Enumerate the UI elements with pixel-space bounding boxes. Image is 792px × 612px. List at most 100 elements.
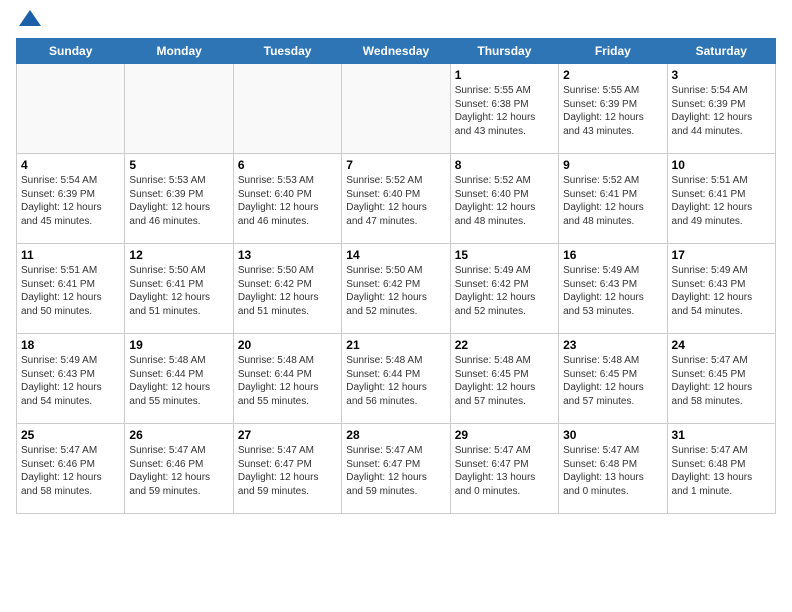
- day-info: Sunrise: 5:48 AM Sunset: 6:44 PM Dayligh…: [129, 354, 228, 408]
- calendar-cell-20: 20Sunrise: 5:48 AM Sunset: 6:44 PM Dayli…: [233, 334, 341, 424]
- calendar-cell-6: 6 Sunrise: 5:53 AM Sunset: 6:40 PM Daylig…: [233, 154, 341, 244]
- day-info: Sunrise: 5:49 AM Sunset: 6:43 PM Dayligh…: [563, 264, 662, 318]
- day-number: 25: [21, 428, 120, 442]
- calendar-week-row-4: 18 Sunrise: 5:49 AM Sunset: 6:43 PM Dayli…: [17, 334, 776, 424]
- calendar-cell-22: 22 Sunrise: 5:48 AM Sunset: 6:45 PM Dayli…: [450, 334, 558, 424]
- weekday-header-friday: Friday: [559, 39, 667, 64]
- day-info: Sunrise: 5:48 AM Sunset: 6:44 PM Dayligh…: [346, 354, 445, 408]
- day-number: 21: [346, 338, 445, 352]
- day-number: 4: [21, 158, 120, 172]
- day-info: Sunrise: 5:52 AM Sunset: 6:41 PM Dayligh…: [563, 174, 662, 228]
- calendar-cell-3: 3Sunrise: 5:54 AM Sunset: 6:39 PM Daylig…: [667, 64, 775, 154]
- calendar-cell-empty-0-2: [233, 64, 341, 154]
- calendar-cell-11: 11 Sunrise: 5:51 AM Sunset: 6:41 PM Dayli…: [17, 244, 125, 334]
- calendar-cell-7: 7Sunrise: 5:52 AM Sunset: 6:40 PM Daylig…: [342, 154, 450, 244]
- day-number: 1: [455, 68, 554, 82]
- day-info: Sunrise: 5:50 AM Sunset: 6:42 PM Dayligh…: [346, 264, 445, 318]
- calendar-cell-26: 26 Sunrise: 5:47 AM Sunset: 6:46 PM Dayli…: [125, 424, 233, 514]
- calendar-cell-1: 1 Sunrise: 5:55 AM Sunset: 6:38 PM Daylig…: [450, 64, 558, 154]
- day-info: Sunrise: 5:55 AM Sunset: 6:38 PM Dayligh…: [455, 84, 554, 138]
- weekday-header-thursday: Thursday: [450, 39, 558, 64]
- day-number: 27: [238, 428, 337, 442]
- day-info: Sunrise: 5:47 AM Sunset: 6:45 PM Dayligh…: [672, 354, 771, 408]
- calendar-cell-24: 24 Sunrise: 5:47 AM Sunset: 6:45 PM Dayli…: [667, 334, 775, 424]
- day-info: Sunrise: 5:47 AM Sunset: 6:48 PM Dayligh…: [563, 444, 662, 498]
- day-number: 31: [672, 428, 771, 442]
- day-info: Sunrise: 5:52 AM Sunset: 6:40 PM Dayligh…: [455, 174, 554, 228]
- calendar-cell-27: 27 Sunrise: 5:47 AM Sunset: 6:47 PM Dayli…: [233, 424, 341, 514]
- calendar-week-row-3: 11 Sunrise: 5:51 AM Sunset: 6:41 PM Dayli…: [17, 244, 776, 334]
- day-info: Sunrise: 5:52 AM Sunset: 6:40 PM Dayligh…: [346, 174, 445, 228]
- day-number: 24: [672, 338, 771, 352]
- weekday-header-monday: Monday: [125, 39, 233, 64]
- day-info: Sunrise: 5:53 AM Sunset: 6:39 PM Dayligh…: [129, 174, 228, 228]
- day-info: Sunrise: 5:49 AM Sunset: 6:43 PM Dayligh…: [21, 354, 120, 408]
- day-info: Sunrise: 5:48 AM Sunset: 6:45 PM Dayligh…: [563, 354, 662, 408]
- calendar-cell-10: 10 Sunrise: 5:51 AM Sunset: 6:41 PM Dayli…: [667, 154, 775, 244]
- day-info: Sunrise: 5:47 AM Sunset: 6:47 PM Dayligh…: [346, 444, 445, 498]
- calendar-cell-29: 29 Sunrise: 5:47 AM Sunset: 6:47 PM Dayli…: [450, 424, 558, 514]
- calendar-cell-12: 12Sunrise: 5:50 AM Sunset: 6:41 PM Dayli…: [125, 244, 233, 334]
- day-number: 13: [238, 248, 337, 262]
- logo: [16, 16, 41, 30]
- calendar-week-row-5: 25 Sunrise: 5:47 AM Sunset: 6:46 PM Dayli…: [17, 424, 776, 514]
- calendar-cell-14: 14 Sunrise: 5:50 AM Sunset: 6:42 PM Dayli…: [342, 244, 450, 334]
- calendar-cell-28: 28Sunrise: 5:47 AM Sunset: 6:47 PM Dayli…: [342, 424, 450, 514]
- day-info: Sunrise: 5:51 AM Sunset: 6:41 PM Dayligh…: [21, 264, 120, 318]
- day-info: Sunrise: 5:53 AM Sunset: 6:40 PM Dayligh…: [238, 174, 337, 228]
- day-info: Sunrise: 5:47 AM Sunset: 6:48 PM Dayligh…: [672, 444, 771, 498]
- calendar-cell-25: 25 Sunrise: 5:47 AM Sunset: 6:46 PM Dayli…: [17, 424, 125, 514]
- calendar-week-row-1: 1 Sunrise: 5:55 AM Sunset: 6:38 PM Daylig…: [17, 64, 776, 154]
- day-number: 10: [672, 158, 771, 172]
- day-info: Sunrise: 5:48 AM Sunset: 6:45 PM Dayligh…: [455, 354, 554, 408]
- day-number: 11: [21, 248, 120, 262]
- page-header: [16, 16, 776, 30]
- calendar-cell-23: 23Sunrise: 5:48 AM Sunset: 6:45 PM Dayli…: [559, 334, 667, 424]
- day-number: 15: [455, 248, 554, 262]
- day-info: Sunrise: 5:47 AM Sunset: 6:46 PM Dayligh…: [129, 444, 228, 498]
- day-info: Sunrise: 5:51 AM Sunset: 6:41 PM Dayligh…: [672, 174, 771, 228]
- weekday-header-saturday: Saturday: [667, 39, 775, 64]
- calendar-cell-21: 21 Sunrise: 5:48 AM Sunset: 6:44 PM Dayli…: [342, 334, 450, 424]
- day-info: Sunrise: 5:49 AM Sunset: 6:43 PM Dayligh…: [672, 264, 771, 318]
- day-number: 14: [346, 248, 445, 262]
- calendar-cell-17: 17 Sunrise: 5:49 AM Sunset: 6:43 PM Dayli…: [667, 244, 775, 334]
- logo-icon: [19, 8, 41, 30]
- calendar-cell-18: 18 Sunrise: 5:49 AM Sunset: 6:43 PM Dayli…: [17, 334, 125, 424]
- day-info: Sunrise: 5:47 AM Sunset: 6:47 PM Dayligh…: [238, 444, 337, 498]
- day-number: 8: [455, 158, 554, 172]
- day-number: 12: [129, 248, 228, 262]
- calendar-cell-empty-0-1: [125, 64, 233, 154]
- weekday-header-row: SundayMondayTuesdayWednesdayThursdayFrid…: [17, 39, 776, 64]
- day-number: 22: [455, 338, 554, 352]
- calendar-cell-19: 19 Sunrise: 5:48 AM Sunset: 6:44 PM Dayli…: [125, 334, 233, 424]
- day-number: 16: [563, 248, 662, 262]
- calendar-cell-empty-0-0: [17, 64, 125, 154]
- day-number: 30: [563, 428, 662, 442]
- day-number: 19: [129, 338, 228, 352]
- day-number: 5: [129, 158, 228, 172]
- weekday-header-sunday: Sunday: [17, 39, 125, 64]
- day-number: 18: [21, 338, 120, 352]
- day-number: 6: [238, 158, 337, 172]
- day-number: 20: [238, 338, 337, 352]
- day-info: Sunrise: 5:54 AM Sunset: 6:39 PM Dayligh…: [672, 84, 771, 138]
- calendar-cell-2: 2 Sunrise: 5:55 AM Sunset: 6:39 PM Daylig…: [559, 64, 667, 154]
- calendar-cell-13: 13 Sunrise: 5:50 AM Sunset: 6:42 PM Dayli…: [233, 244, 341, 334]
- calendar-cell-30: 30 Sunrise: 5:47 AM Sunset: 6:48 PM Dayli…: [559, 424, 667, 514]
- day-info: Sunrise: 5:47 AM Sunset: 6:46 PM Dayligh…: [21, 444, 120, 498]
- day-number: 26: [129, 428, 228, 442]
- calendar-cell-15: 15 Sunrise: 5:49 AM Sunset: 6:42 PM Dayli…: [450, 244, 558, 334]
- day-info: Sunrise: 5:49 AM Sunset: 6:42 PM Dayligh…: [455, 264, 554, 318]
- weekday-header-tuesday: Tuesday: [233, 39, 341, 64]
- day-info: Sunrise: 5:50 AM Sunset: 6:42 PM Dayligh…: [238, 264, 337, 318]
- day-info: Sunrise: 5:55 AM Sunset: 6:39 PM Dayligh…: [563, 84, 662, 138]
- day-number: 29: [455, 428, 554, 442]
- calendar-week-row-2: 4Sunrise: 5:54 AM Sunset: 6:39 PM Daylig…: [17, 154, 776, 244]
- day-number: 17: [672, 248, 771, 262]
- calendar-cell-8: 8 Sunrise: 5:52 AM Sunset: 6:40 PM Daylig…: [450, 154, 558, 244]
- day-info: Sunrise: 5:47 AM Sunset: 6:47 PM Dayligh…: [455, 444, 554, 498]
- calendar-cell-16: 16 Sunrise: 5:49 AM Sunset: 6:43 PM Dayli…: [559, 244, 667, 334]
- day-number: 2: [563, 68, 662, 82]
- calendar-cell-empty-0-3: [342, 64, 450, 154]
